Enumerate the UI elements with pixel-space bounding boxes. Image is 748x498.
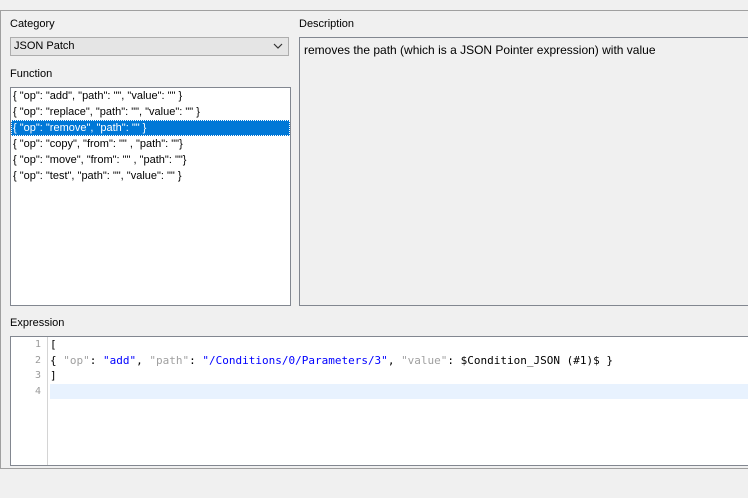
code-key: "path" — [149, 353, 190, 367]
code-line-2[interactable]: { "op": "add", "path": "/Conditions/0/Pa… — [50, 353, 748, 369]
code-variable: $Condition_JSON (#1)$ } — [460, 353, 613, 367]
category-selected-value: JSON Patch — [14, 40, 75, 52]
expression-label: Expression — [10, 317, 65, 329]
function-item-move[interactable]: { "op": "move", "from": "" , "path": ""} — [11, 152, 290, 168]
code-key: "value" — [401, 353, 448, 367]
line-number: 3 — [34, 370, 41, 381]
code-punct: , — [136, 353, 150, 367]
line-number-gutter: 1 2 3 4 — [11, 337, 48, 465]
function-label: Function — [10, 68, 53, 80]
chevron-down-icon[interactable] — [273, 42, 283, 50]
function-list[interactable]: { "op": "add", "path": "", "value": "" }… — [10, 87, 291, 306]
code-punct: { — [50, 353, 64, 367]
line-number: 4 — [34, 385, 41, 397]
code-punct: : — [447, 353, 461, 367]
code-line-4-current[interactable] — [50, 383, 748, 399]
description-text: removes the path (which is a JSON Pointe… — [299, 37, 748, 306]
code-string: "add" — [103, 353, 137, 367]
function-item-remove[interactable]: { "op": "remove", "path": "" } — [11, 120, 290, 136]
expression-editor[interactable]: 1 2 3 4 [ { "op": "add", "path": "/Condi… — [10, 336, 748, 466]
code-punct: : — [189, 353, 203, 367]
code-string: "/Conditions/0/Parameters/3" — [202, 353, 388, 367]
code-area[interactable]: [ { "op": "add", "path": "/Conditions/0/… — [50, 337, 748, 399]
code-punct: : — [89, 353, 103, 367]
code-line-3[interactable]: ] — [50, 368, 748, 384]
panel-top-border — [0, 10, 748, 11]
code-key: "op" — [63, 353, 90, 367]
category-select[interactable]: JSON Patch — [10, 37, 289, 56]
function-item-add[interactable]: { "op": "add", "path": "", "value": "" } — [11, 88, 290, 104]
line-number: 1 — [34, 339, 41, 350]
description-label: Description — [299, 18, 355, 30]
function-item-test[interactable]: { "op": "test", "path": "", "value": "" … — [11, 168, 290, 184]
function-item-replace[interactable]: { "op": "replace", "path": "", "value": … — [11, 104, 290, 120]
code-line-1[interactable]: [ — [50, 337, 748, 353]
panel-bottom-border — [0, 468, 748, 469]
function-item-copy[interactable]: { "op": "copy", "from": "" , "path": ""} — [11, 136, 290, 152]
code-punct: , — [387, 353, 402, 367]
line-number: 2 — [34, 354, 41, 366]
panel-left-border — [0, 10, 1, 469]
category-label: Category — [10, 18, 55, 30]
